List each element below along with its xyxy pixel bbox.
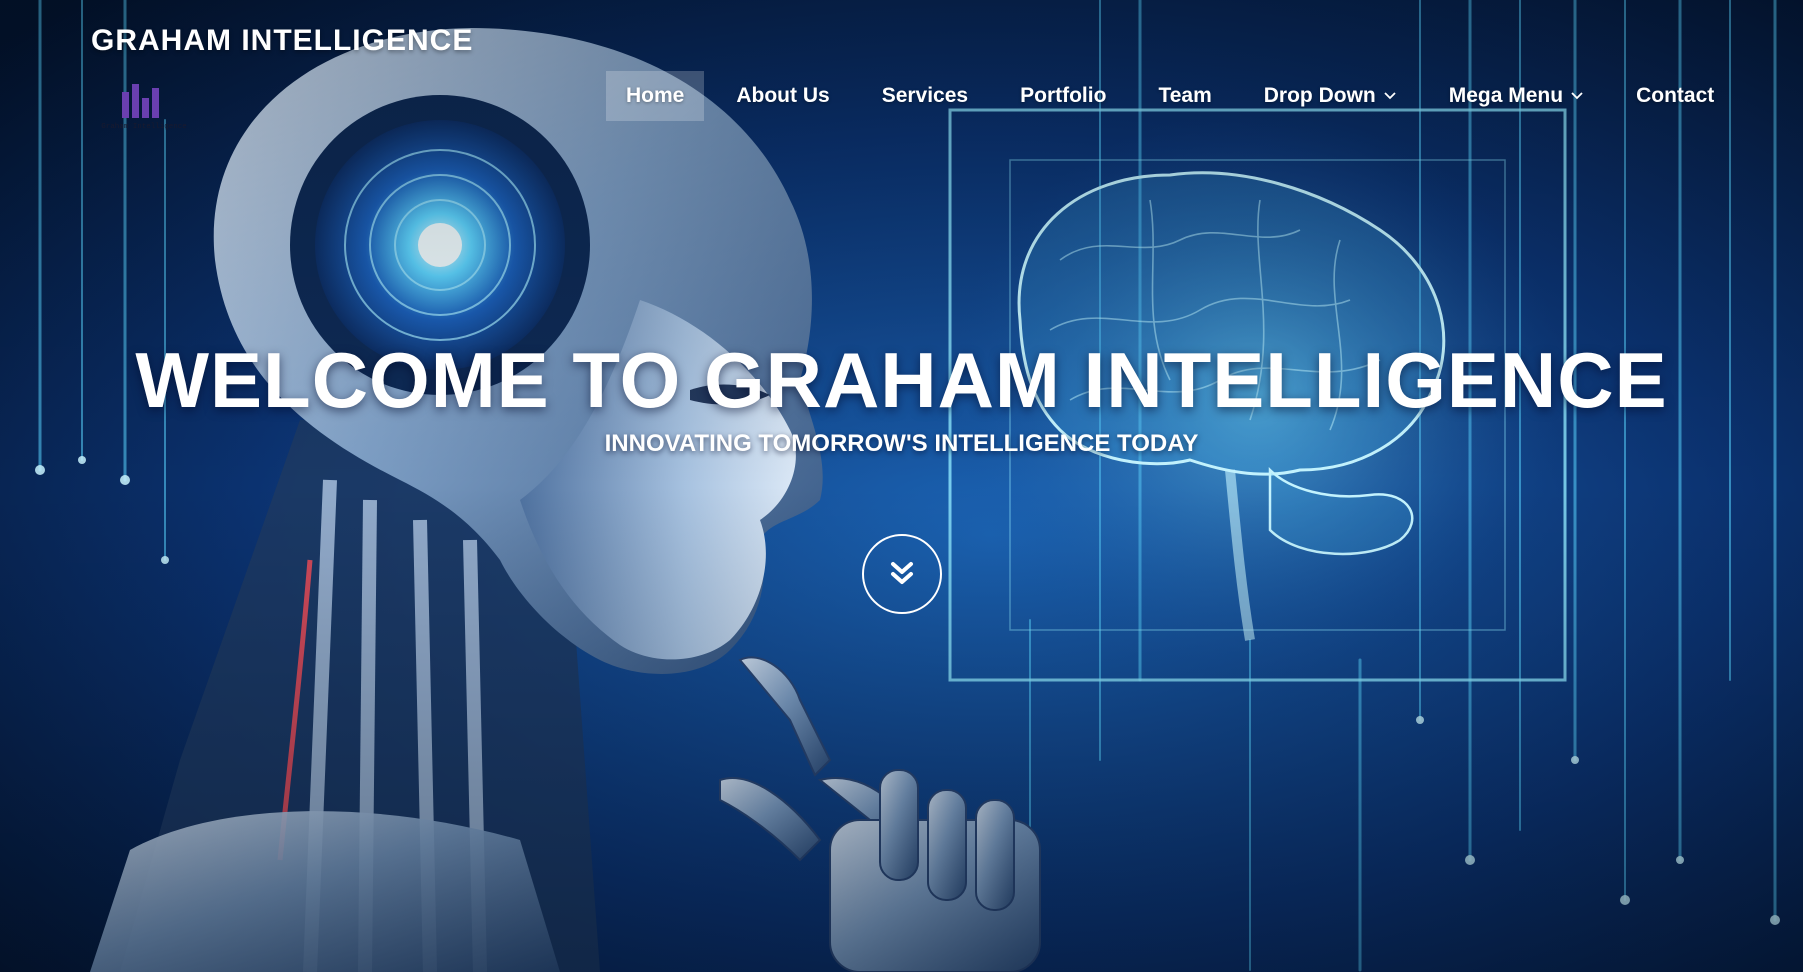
chevron-down-icon xyxy=(1571,92,1583,100)
nav-item-label: Portfolio xyxy=(1020,84,1107,107)
scroll-down-button[interactable] xyxy=(862,534,942,614)
hero-background-image xyxy=(0,0,1803,972)
nav-item-label: Mega Menu xyxy=(1448,84,1564,107)
logo-caption: Graham Intelligence xyxy=(101,123,187,131)
nav-item-portfolio[interactable]: Portfolio xyxy=(1000,71,1126,121)
site-title[interactable]: GRAHAM INTELLIGENCE xyxy=(91,24,473,58)
hero-title: WELCOME TO GRAHAM INTELLIGENCE xyxy=(135,336,1668,424)
nav-item-contact[interactable]: Contact xyxy=(1616,71,1734,121)
nav-item-team[interactable]: Team xyxy=(1138,71,1231,121)
nav-item-drop-down[interactable]: Drop Down xyxy=(1244,71,1417,121)
page: GRAHAM INTELLIGENCE Graham Intelligence … xyxy=(0,0,1803,972)
main-nav: Home About Us Services Portfolio Team Dr… xyxy=(606,71,1734,121)
nav-item-label: About Us xyxy=(736,84,830,107)
nav-item-services[interactable]: Services xyxy=(862,71,988,121)
nav-item-home[interactable]: Home xyxy=(606,71,705,121)
nav-item-mega-menu[interactable]: Mega Menu xyxy=(1429,71,1604,121)
site-header: GRAHAM INTELLIGENCE Graham Intelligence … xyxy=(0,0,1803,140)
nav-item-label: Services xyxy=(881,84,969,107)
nav-item-label: Drop Down xyxy=(1263,84,1376,107)
hero-subtitle: INNOVATING TOMORROW'S INTELLIGENCE TODAY xyxy=(604,430,1199,457)
nav-item-about-us[interactable]: About Us xyxy=(716,71,849,121)
brand-logo[interactable]: Graham Intelligence xyxy=(96,78,192,142)
nav-item-label: Team xyxy=(1158,84,1212,107)
nav-item-label: Contact xyxy=(1636,84,1715,107)
double-chevron-down-icon xyxy=(891,562,913,584)
chevron-down-icon xyxy=(1384,92,1396,100)
nav-item-label: Home xyxy=(626,84,685,107)
